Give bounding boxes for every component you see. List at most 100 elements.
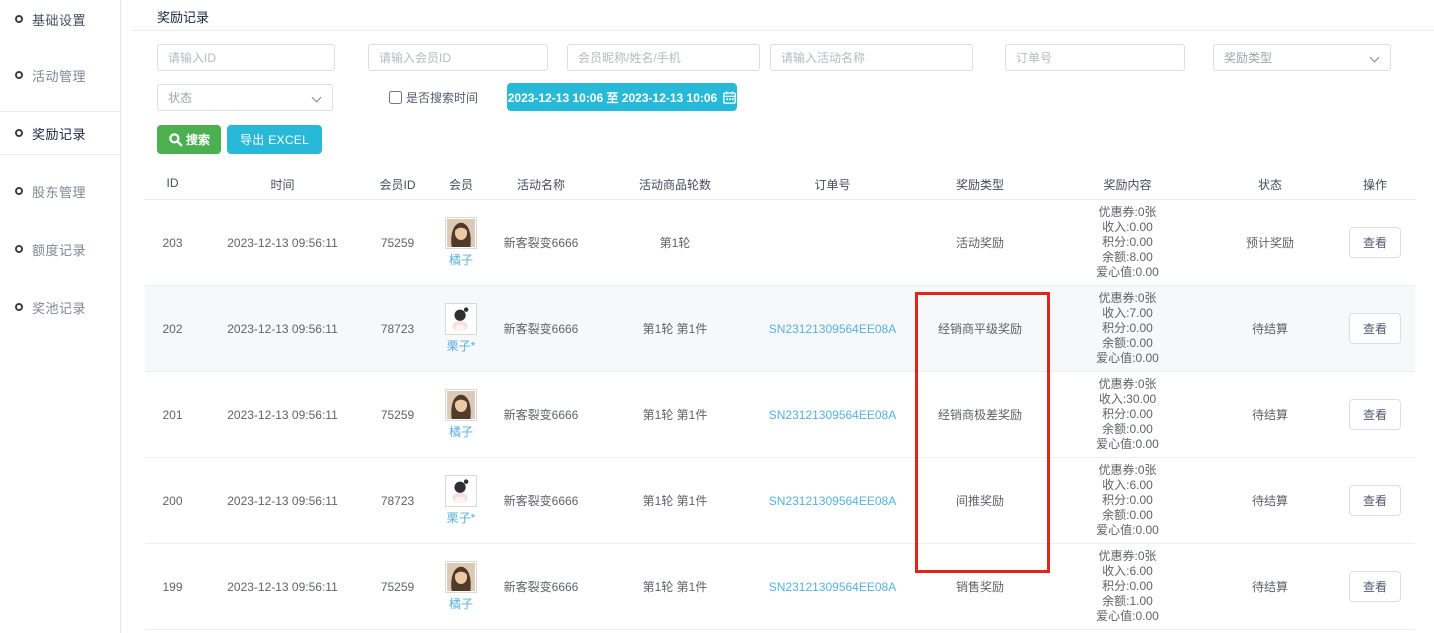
- reward-content-line: 余额:8.00: [1055, 250, 1200, 265]
- sidebar-item-label: 奖励记录: [32, 124, 86, 143]
- cell-activity-name: 新客裂变6666: [492, 234, 590, 251]
- view-button[interactable]: 查看: [1349, 485, 1401, 516]
- cell-status: 预计奖励: [1200, 234, 1340, 251]
- search-icon: [168, 132, 183, 147]
- cell-reward-content: 优惠券:0张收入:0.00积分:0.00余额:8.00爱心值:0.00: [1055, 205, 1200, 280]
- member-name-phone-input[interactable]: [567, 44, 760, 71]
- member-name-link[interactable]: 栗子*: [447, 509, 476, 526]
- cell-id: 203: [145, 236, 200, 250]
- cell-order-no: SN23121309564EE08A: [760, 322, 905, 336]
- reward-content-lines: 优惠券:0张收入:0.00积分:0.00余额:8.00爱心值:0.00: [1055, 205, 1200, 280]
- member-avatar-photo: [447, 563, 475, 591]
- cell-id: 200: [145, 494, 200, 508]
- order-no-link[interactable]: SN23121309564EE08A: [769, 408, 896, 422]
- search-time-checkbox[interactable]: [389, 91, 402, 104]
- chevron-down-icon: [312, 93, 322, 103]
- member-avatar-illustration: [447, 477, 475, 505]
- reward-content-line: 爱心值:0.00: [1055, 351, 1200, 366]
- sidebar-item-label: 基础设置: [32, 10, 86, 29]
- sidebar-item-prize-pool-records[interactable]: 奖池记录: [0, 285, 120, 329]
- table-row: 2032023-12-13 09:56:1175259 橘子 新客裂变6666第1轮…: [145, 200, 1415, 286]
- avatar[interactable]: [445, 389, 477, 421]
- reward-content-line: 余额:0.00: [1055, 422, 1200, 437]
- activity-name-input[interactable]: [770, 44, 973, 71]
- member-name-link[interactable]: 栗子*: [447, 337, 476, 354]
- cell-activity-name: 新客裂变6666: [492, 320, 590, 337]
- avatar[interactable]: [445, 303, 477, 335]
- avatar[interactable]: [445, 561, 477, 593]
- cell-time: 2023-12-13 09:56:11: [200, 236, 365, 250]
- reward-content-line: 积分:0.00: [1055, 235, 1200, 250]
- avatar[interactable]: [445, 217, 477, 249]
- cell-action: 查看: [1340, 571, 1410, 602]
- cell-id: 199: [145, 580, 200, 594]
- view-button[interactable]: 查看: [1349, 399, 1401, 430]
- cell-activity-name: 新客裂变6666: [492, 492, 590, 509]
- cell-round: 第1轮 第1件: [590, 406, 760, 423]
- status-select[interactable]: 状态: [157, 84, 333, 111]
- reward-content-lines: 优惠券:0张收入:7.00积分:0.00余额:0.00爱心值:0.00: [1055, 291, 1200, 366]
- reward-content-line: 优惠券:0张: [1055, 463, 1200, 478]
- cell-round: 第1轮: [590, 234, 760, 251]
- view-button[interactable]: 查看: [1349, 571, 1401, 602]
- cell-round: 第1轮 第1件: [590, 320, 760, 337]
- export-excel-button[interactable]: 导出 EXCEL: [227, 125, 322, 154]
- member-avatar-photo: [447, 391, 475, 419]
- member-name-link[interactable]: 橘子: [449, 595, 473, 612]
- date-range-button[interactable]: 2023-12-13 10:06 至 2023-12-13 10:06: [507, 83, 737, 111]
- sidebar-item-label: 奖池记录: [32, 298, 86, 317]
- sidebar-item-basic-settings[interactable]: 基础设置: [0, 0, 120, 38]
- reward-content-line: 收入:30.00: [1055, 392, 1200, 407]
- sidebar-item-quota-records[interactable]: 额度记录: [0, 227, 120, 271]
- sidebar-item-reward-records[interactable]: 奖励记录: [0, 111, 120, 155]
- cell-reward-type: 活动奖励: [905, 234, 1055, 251]
- reward-content-line: 收入:6.00: [1055, 478, 1200, 493]
- cell-reward-content: 优惠券:0张收入:6.00积分:0.00余额:0.00爱心值:0.00: [1055, 463, 1200, 538]
- member-name-link[interactable]: 橘子: [449, 423, 473, 440]
- table-row: 2012023-12-13 09:56:1175259橘子新客裂变6666第1轮…: [145, 372, 1415, 458]
- sidebar-item-activity-management[interactable]: 活动管理: [0, 53, 120, 97]
- cell-time: 2023-12-13 09:56:11: [200, 580, 365, 594]
- reward-content-line: 收入:6.00: [1055, 564, 1200, 579]
- reward-type-select[interactable]: 奖励类型: [1213, 44, 1391, 71]
- radio-circle-icon: [15, 129, 23, 137]
- cell-member-id: 78723: [365, 494, 430, 508]
- cell-reward-content: 优惠券:0张收入:7.00积分:0.00余额:0.00爱心值:0.00: [1055, 291, 1200, 366]
- view-button[interactable]: 查看: [1349, 227, 1401, 258]
- sidebar-item-shareholder-management[interactable]: 股东管理: [0, 169, 120, 213]
- radio-circle-icon: [15, 187, 23, 195]
- column-header-id: ID: [145, 176, 200, 199]
- reward-content-lines: 优惠券:0张收入:6.00积分:0.00余额:1.00爱心值:0.00: [1055, 549, 1200, 624]
- reward-content-line: 余额:0.00: [1055, 508, 1200, 523]
- reward-content-line: 优惠券:0张: [1055, 549, 1200, 564]
- id-input[interactable]: [157, 44, 335, 71]
- cell-member-id: 75259: [365, 236, 430, 250]
- order-no-link[interactable]: SN23121309564EE08A: [769, 322, 896, 336]
- avatar[interactable]: [445, 475, 477, 507]
- column-header-activity-name: 活动名称: [492, 176, 590, 199]
- column-header-reward-type: 奖励类型: [905, 176, 1055, 199]
- reward-content-line: 收入:0.00: [1055, 220, 1200, 235]
- cell-member: 栗子*: [430, 303, 492, 354]
- member-avatar-photo: [447, 219, 475, 247]
- cell-member: 橘子: [430, 217, 492, 268]
- order-no-link[interactable]: SN23121309564EE08A: [769, 494, 896, 508]
- sidebar-item-label: 活动管理: [32, 66, 86, 85]
- cell-reward-type: 经销商极差奖励: [905, 406, 1055, 423]
- view-button[interactable]: 查看: [1349, 313, 1401, 344]
- cell-action: 查看: [1340, 485, 1410, 516]
- member-name-link[interactable]: 橘子: [449, 251, 473, 268]
- table-row: 2002023-12-13 09:56:1178723栗子*新客裂变6666第1…: [145, 458, 1415, 544]
- reward-content-lines: 优惠券:0张收入:30.00积分:0.00余额:0.00爱心值:0.00: [1055, 377, 1200, 452]
- reward-content-line: 积分:0.00: [1055, 407, 1200, 422]
- table-row: 2022023-12-13 09:56:1178723栗子*新客裂变6666第1…: [145, 286, 1415, 372]
- cell-round: 第1轮 第1件: [590, 492, 760, 509]
- search-time-checkbox-label: 是否搜索时间: [406, 89, 478, 106]
- member-id-input[interactable]: [368, 44, 548, 71]
- cell-member: 栗子*: [430, 475, 492, 526]
- cell-reward-content: 优惠券:0张收入:6.00积分:0.00余额:1.00爱心值:0.00: [1055, 549, 1200, 624]
- cell-status: 待结算: [1200, 406, 1340, 423]
- order-no-input[interactable]: [1005, 44, 1185, 71]
- search-button[interactable]: 搜索: [157, 125, 221, 154]
- order-no-link[interactable]: SN23121309564EE08A: [769, 580, 896, 594]
